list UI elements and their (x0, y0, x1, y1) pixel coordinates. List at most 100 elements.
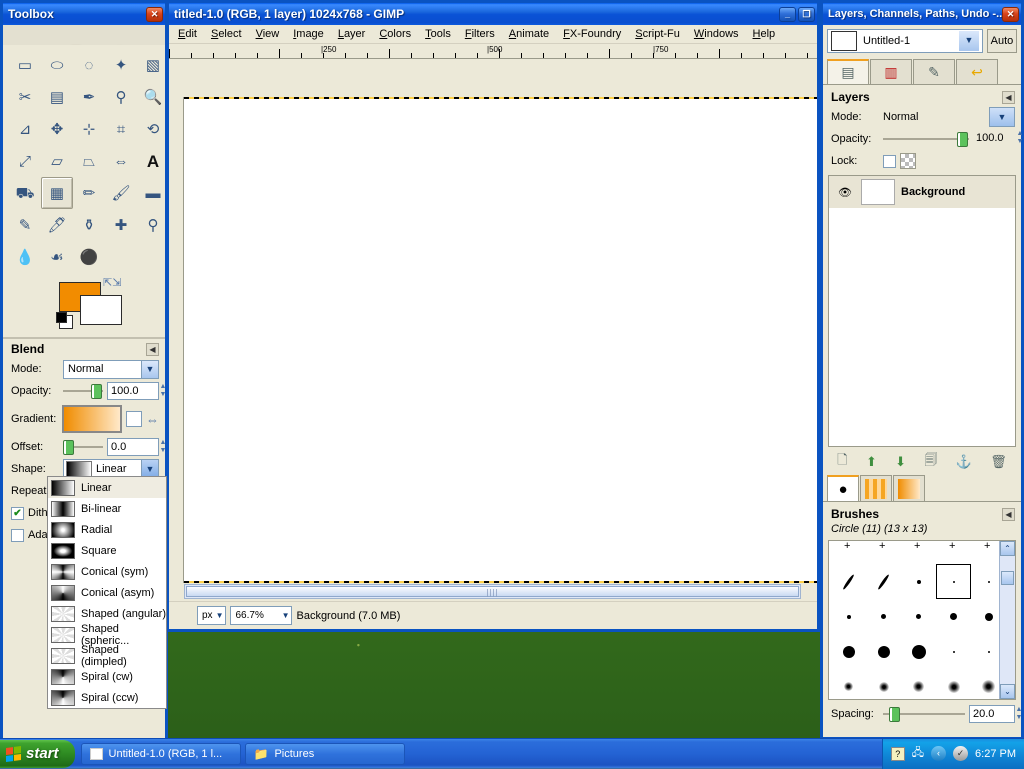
ink-tool[interactable]: 🖊 (41, 209, 73, 241)
smudge-tool[interactable]: ☙ (41, 241, 73, 273)
offset-slider[interactable] (63, 440, 103, 454)
reverse-gradient-icon[interactable]: ⇔ (146, 412, 159, 427)
image-maximize-button[interactable]: ❐ (798, 7, 815, 22)
layer-opacity-slider[interactable] (883, 132, 969, 146)
taskbar-gimp-button[interactable]: Untitled-1.0 (RGB, 1 l... (81, 743, 241, 765)
paths-tool[interactable]: ✒ (73, 81, 105, 113)
layers-tab[interactable]: ▤ (827, 59, 869, 84)
brush-cell[interactable] (901, 669, 936, 700)
menu-script-fu[interactable]: Script-Fu (628, 26, 687, 42)
paths-tab[interactable]: ✎ (913, 59, 955, 84)
toolbox-close-button[interactable]: ✕ (146, 7, 163, 22)
brush-cell[interactable] (901, 634, 936, 669)
shape-option-spiral-cw[interactable]: Spiral (cw) (48, 666, 166, 687)
table-row[interactable]: 👁 Background (829, 176, 1015, 208)
shape-option-spiral-ccw[interactable]: Spiral (ccw) (48, 687, 166, 708)
patterns-tab[interactable] (860, 475, 892, 501)
menu-tools[interactable]: Tools (418, 26, 458, 42)
opacity-spinner[interactable]: 100.0 ▲▼ (107, 382, 159, 400)
menu-image[interactable]: Image (286, 26, 331, 42)
unit-chevron-down-icon[interactable]: ▼ (216, 611, 224, 620)
shear-tool[interactable]: ▱ (41, 145, 73, 177)
menu-edit[interactable]: Edit (171, 26, 204, 42)
crop-tool[interactable]: ⌗ (105, 113, 137, 145)
default-colors-fg-icon[interactable] (56, 312, 67, 323)
move-tool[interactable]: ✥ (41, 113, 73, 145)
brush-cell[interactable] (971, 634, 1006, 669)
blur-sharpen-tool[interactable]: 💧 (9, 241, 41, 273)
zoom-tool[interactable]: 🔍 (137, 81, 169, 113)
menu-filters[interactable]: Filters (458, 26, 502, 42)
tool-options-collapse-button[interactable]: ◀ (146, 343, 159, 356)
brush-cell[interactable]: + (866, 540, 901, 564)
brush-cell[interactable] (866, 564, 901, 599)
zoom-combo[interactable]: 66.7% ▼ (230, 606, 292, 625)
menu-layer[interactable]: Layer (331, 26, 373, 42)
rotate-tool[interactable]: ⟲ (137, 113, 169, 145)
blend-tool[interactable]: ▦ (41, 177, 73, 209)
brush-cell[interactable] (866, 669, 901, 700)
brush-cell[interactable] (866, 599, 901, 634)
rect-select-tool[interactable]: ▭ (9, 49, 41, 81)
brush-cell[interactable] (831, 564, 866, 599)
layer-visibility-icon[interactable]: 👁 (835, 186, 855, 199)
shape-option-conical-asym[interactable]: Conical (asym) (48, 582, 166, 603)
scissors-select-tool[interactable]: ✂ (9, 81, 41, 113)
healing-tool[interactable]: ✚ (105, 209, 137, 241)
blend-mode-combo[interactable]: Normal ▼ (63, 360, 159, 379)
horizontal-scrollbar[interactable]: |||| (184, 584, 801, 599)
ellipse-select-tool[interactable]: ⬭ (41, 49, 73, 81)
color-picker-tool[interactable]: ⚲ (105, 81, 137, 113)
brushes-collapse-button[interactable]: ◀ (1002, 508, 1015, 521)
adaptive-supersampling-checkbox[interactable] (11, 529, 24, 542)
swap-colors-icon[interactable]: ⇱⇲ (103, 276, 121, 289)
bucket-fill-tool[interactable]: ⛟ (9, 177, 41, 209)
brush-cell[interactable] (971, 669, 1006, 700)
spacing-stepper-icon[interactable]: ▲▼ (1014, 706, 1024, 724)
shape-option-bi-linear[interactable]: Bi-linear (48, 498, 166, 519)
duplicate-layer-button[interactable]: 🗐 (924, 451, 937, 473)
delete-layer-button[interactable]: 🗑 (990, 454, 1007, 470)
brush-cell[interactable]: + (936, 540, 971, 564)
shape-option-shaped-dimpled[interactable]: Shaped (dimpled) (48, 645, 166, 666)
gradient-preview-button[interactable] (62, 405, 123, 433)
lock-transparency-icon[interactable] (900, 153, 916, 169)
paintbrush-tool[interactable]: 🖌 (105, 177, 137, 209)
layers-dock-close-button[interactable]: ✕ (1002, 7, 1019, 22)
horizontal-ruler[interactable]: |250|500|750 (169, 44, 817, 59)
layer-mode-chevron-down-icon[interactable]: ▼ (989, 107, 1015, 127)
brush-cell[interactable]: + (831, 540, 866, 564)
image-window-titlebar[interactable]: titled-1.0 (RGB, 1 layer) 1024x768 - GIM… (169, 3, 817, 25)
layer-opacity-spinner[interactable]: 100.0 ▲▼ (973, 130, 1015, 148)
start-button[interactable]: start (0, 740, 75, 768)
spacing-slider[interactable] (883, 707, 965, 721)
offset-spinner[interactable]: 0.0 ▲▼ (107, 438, 159, 456)
image-selector-chevron-down-icon[interactable]: ▼ (959, 31, 979, 51)
brush-cell[interactable] (901, 599, 936, 634)
color-area[interactable]: ⇱⇲ (3, 273, 165, 333)
menu-colors[interactable]: Colors (372, 26, 418, 42)
menu-select[interactable]: Select (204, 26, 249, 42)
brush-cell[interactable]: + (901, 540, 936, 564)
undo-tab[interactable]: ↩ (956, 59, 998, 84)
clock[interactable]: 6:27 PM (975, 748, 1016, 760)
perspective-clone-tool[interactable]: ⚲ (137, 209, 169, 241)
layers-dock-titlebar[interactable]: Layers, Channels, Paths, Undo -... ✕ (823, 3, 1021, 25)
free-select-tool[interactable]: ◌ (73, 49, 105, 81)
toolbox-titlebar[interactable]: Toolbox ✕ (3, 3, 165, 25)
shape-option-square[interactable]: Square (48, 540, 166, 561)
fuzzy-select-tool[interactable]: ✦ (105, 49, 137, 81)
taskbar-pictures-button[interactable]: 📁Pictures (245, 743, 405, 765)
perspective-tool[interactable]: ⏢ (73, 145, 105, 177)
dodge-burn-tool[interactable]: ⚫ (73, 241, 105, 273)
menu-fx-foundry[interactable]: FX-Foundry (556, 26, 628, 42)
lower-layer-button[interactable]: ⬇ (895, 454, 906, 470)
brush-cell[interactable] (971, 599, 1006, 634)
gradient-reverse-checkbox[interactable] (126, 411, 142, 427)
brush-cell[interactable]: + (971, 540, 1006, 564)
layers-list[interactable]: 👁 Background (828, 175, 1016, 447)
new-layer-button[interactable]: 🗋 (837, 451, 847, 473)
brush-cell[interactable] (936, 669, 971, 700)
flip-tool[interactable]: ⇔ (105, 145, 137, 177)
network-tray-icon[interactable]: 🖧 (912, 744, 924, 763)
